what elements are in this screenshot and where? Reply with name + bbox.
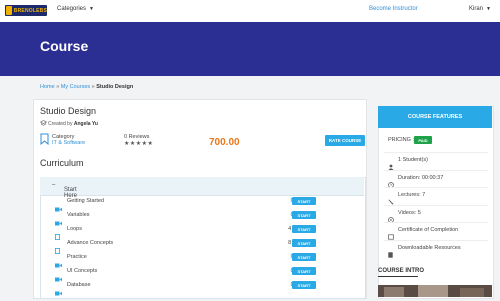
course-title: Studio Design (40, 106, 97, 116)
lesson-row[interactable]: UI Concepts00:00:51START (40, 265, 364, 282)
curriculum-heading: Curriculum (40, 158, 84, 168)
lesson-row[interactable]: Loops4 Page(s)START (40, 223, 364, 240)
top-navbar: BRENOLEBS Categories ▼ Become Instructor … (0, 0, 500, 22)
category-value[interactable]: IT & Software (52, 140, 85, 146)
start-lesson-button[interactable]: START (292, 197, 316, 205)
feature-text: Duration: 00:00:37 (398, 174, 444, 181)
start-lesson-button[interactable]: START (292, 225, 316, 233)
lesson-title[interactable]: Variables (67, 212, 90, 218)
start-lesson-button[interactable]: START (292, 239, 316, 247)
lesson-row[interactable]: Advance Concepts8 Page(s)START (40, 237, 364, 254)
start-lesson-button[interactable]: START (292, 253, 316, 261)
created-by: Created by Angela Yu (48, 121, 98, 127)
feature-item: Lectures: 7 (384, 187, 488, 205)
paid-badge: PAID (414, 136, 432, 144)
lesson-title[interactable]: Loops (67, 226, 82, 232)
start-lesson-button[interactable]: START (292, 281, 316, 289)
page-hero: Course (0, 22, 500, 76)
logo-text: BRENOLEBS (13, 7, 47, 14)
feature-text: 1 Student(s) (398, 157, 428, 163)
pricing-label: PRICING : (388, 137, 414, 143)
breadcrumb-home-link[interactable]: Home (40, 84, 55, 90)
course-features-heading: COURSE FEATURES (378, 106, 492, 128)
user-name: Kiran (469, 6, 484, 12)
start-lesson-button[interactable]: START (292, 211, 316, 219)
feature-item: 1 Student(s) (384, 152, 488, 170)
lesson-title[interactable]: Advance Concepts (67, 240, 113, 246)
video-frame-shape (460, 288, 484, 297)
course-intro-heading: COURSE INTRO (378, 268, 425, 274)
feature-item: Videos: 5 (384, 204, 488, 223)
lesson-row[interactable]: Variables00:00:37START (40, 209, 364, 226)
feature-item: Duration: 00:00:37 (384, 169, 488, 188)
download-icon (388, 245, 393, 263)
lesson-row[interactable]: Practice00:00:51START (40, 251, 364, 268)
rate-course-button[interactable]: RATE COURSE (325, 135, 365, 146)
user-menu[interactable]: Kiran ▼ (469, 6, 491, 12)
site-logo[interactable]: BRENOLEBS (5, 5, 47, 16)
caret-down-icon: ▼ (486, 6, 491, 12)
section-header[interactable]: – Start Here (40, 177, 364, 199)
feature-text: Certificate of Completion (398, 227, 459, 233)
become-instructor-link[interactable]: Become Instructor (369, 6, 418, 12)
breadcrumb-my-courses-link[interactable]: My Courses (61, 84, 90, 90)
lesson-row[interactable]: Getting Started00:02:24START (40, 195, 364, 212)
lesson-title[interactable]: Practice (67, 254, 87, 260)
lesson-title[interactable]: Getting Started (67, 198, 104, 204)
feature-item: Downloadable Resources (384, 239, 488, 258)
instructor-cap-icon (40, 120, 47, 126)
rating-stars: ★★★★★ (124, 141, 154, 147)
created-by-prefix: Created by (48, 121, 73, 127)
divider (378, 276, 418, 277)
feature-item: Certificate of Completion (384, 222, 488, 240)
video-icon (55, 283, 62, 301)
categories-menu[interactable]: Categories ▼ (57, 6, 94, 12)
lesson-title[interactable]: Database (67, 282, 91, 288)
lesson-title[interactable]: UI Concepts (67, 268, 97, 274)
breadcrumb: Home » My Courses » Studio Design (40, 84, 133, 90)
course-price: 700.00 (209, 137, 240, 148)
section-title: – Start Here (52, 182, 78, 199)
feature-text: Downloadable Resources (398, 244, 461, 251)
logo-mark-icon (6, 6, 12, 15)
lesson-row[interactable]: Database00:00:37START (40, 279, 364, 296)
page-title: Course (40, 38, 89, 54)
intro-video-thumbnail[interactable] (378, 285, 492, 297)
feature-text: Videos: 5 (398, 209, 421, 216)
breadcrumb-current: Studio Design (96, 84, 134, 90)
bookmark-icon (40, 133, 49, 145)
caret-down-icon: ▼ (89, 6, 94, 12)
start-lesson-button[interactable]: START (292, 267, 316, 275)
categories-label: Categories (57, 6, 87, 12)
feature-text: Lectures: 7 (398, 192, 426, 198)
author-name[interactable]: Angela Yu (74, 121, 98, 127)
video-frame-shape (418, 285, 448, 297)
video-frame-shape (384, 287, 404, 297)
